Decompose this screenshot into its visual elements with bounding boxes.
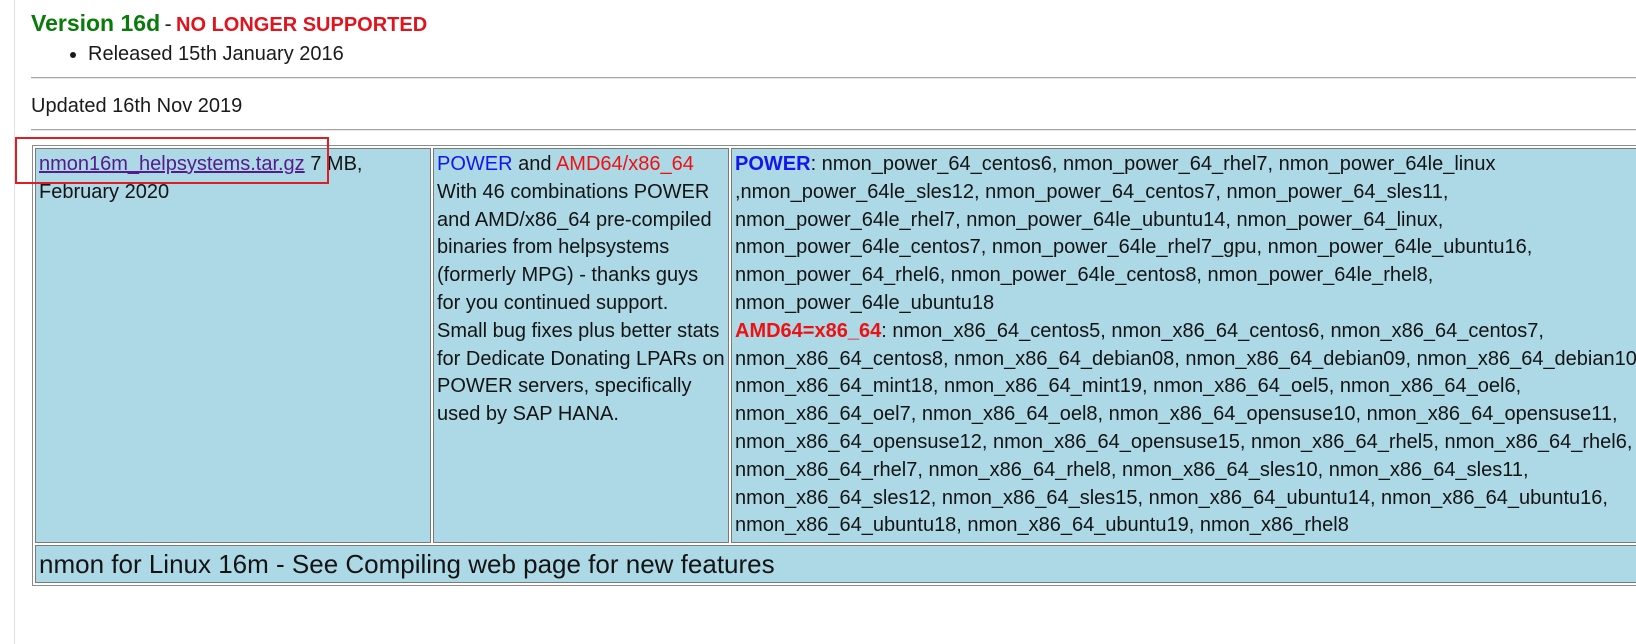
description-cell: POWER and AMD64/x86_64 With 46 combinatio…	[433, 148, 729, 544]
release-date: Released 15th January 2016	[88, 41, 344, 67]
version-title: Version 16d	[31, 10, 161, 36]
download-cell: nmon16m_helpsystems.tar.gz 7 MB, Februar…	[35, 148, 431, 544]
page-left-border	[14, 0, 15, 644]
support-status: NO LONGER SUPPORTED	[176, 14, 428, 36]
description-text: With 46 combinations POWER and AMD/x86_6…	[437, 180, 712, 314]
release-list: Released 15th January 2016	[68, 41, 344, 67]
platform-power: POWER	[437, 153, 513, 175]
version-heading: Version 16d - NO LONGER SUPPORTED	[31, 10, 427, 37]
updated-date: Updated 16th Nov 2019	[31, 95, 243, 117]
power-binaries: : nmon_power_64_centos6, nmon_power_64_r…	[735, 153, 1533, 314]
power-label: POWER	[735, 153, 811, 175]
notes-text: Small bug fixes plus better stats for De…	[437, 319, 725, 426]
amd-binaries: : nmon_x86_64_centos5, nmon_x86_64_cento…	[735, 319, 1636, 537]
download-table: nmon16m_helpsystems.tar.gz 7 MB, Februar…	[32, 145, 1636, 587]
version-separator: -	[164, 13, 172, 36]
table-row: nmon16m_helpsystems.tar.gz 7 MB, Februar…	[35, 148, 1636, 544]
amd-label: AMD64=x86_64	[735, 319, 882, 342]
divider	[31, 129, 1636, 131]
download-link[interactable]: nmon16m_helpsystems.tar.gz	[39, 153, 305, 175]
platform-and: and	[512, 153, 556, 175]
platform-amd: AMD64/x86_64	[555, 153, 694, 175]
table-row: nmon for Linux 16m - See Compiling web p…	[35, 545, 1636, 584]
divider	[31, 77, 1636, 79]
binaries-cell: POWER: nmon_power_64_centos6, nmon_power…	[731, 148, 1636, 544]
next-version-heading: nmon for Linux 16m - See Compiling web p…	[35, 545, 1636, 584]
